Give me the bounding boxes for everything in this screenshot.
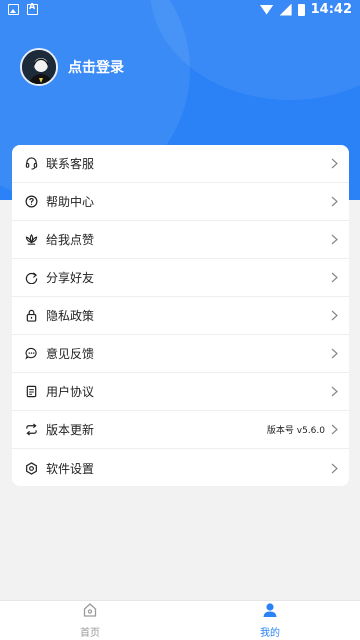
app-notification-icon: [27, 2, 38, 15]
chat-icon: [24, 347, 38, 361]
status-bar: 14:42: [0, 0, 360, 20]
chevron-right-icon: [331, 234, 339, 246]
settings-icon: [24, 461, 38, 475]
menu-item-label: 用户协议: [46, 385, 95, 399]
chevron-right-icon: [331, 272, 339, 284]
menu-item-label: 分享好友: [46, 271, 95, 285]
menu-item-settings[interactable]: 软件设置: [12, 449, 349, 487]
battery-icon: [297, 3, 305, 16]
menu-item-label: 隐私政策: [46, 309, 95, 323]
menu-item-share-friends[interactable]: 分享好友: [12, 259, 349, 297]
avatar-person-icon: [22, 50, 56, 84]
menu-item-like-us[interactable]: 给我点赞: [12, 221, 349, 259]
status-time: 14:42: [310, 2, 352, 17]
login-area[interactable]: 点击登录: [20, 48, 124, 86]
tab-label: 首页: [80, 628, 100, 639]
headset-icon: [24, 157, 38, 171]
menu-item-version-update[interactable]: 版本更新 版本号 v5.6.0: [12, 411, 349, 449]
menu-item-label: 意见反馈: [46, 347, 95, 361]
lotus-icon: [24, 233, 38, 247]
chevron-right-icon: [331, 462, 339, 474]
menu-item-privacy-policy[interactable]: 隐私政策: [12, 297, 349, 335]
menu-item-contact-service[interactable]: 联系客服: [12, 145, 349, 183]
share-icon: [24, 271, 38, 285]
wifi-icon: [259, 4, 274, 15]
menu-item-label: 联系客服: [46, 157, 95, 171]
avatar[interactable]: [20, 48, 58, 86]
tab-home[interactable]: 首页: [0, 601, 180, 640]
chevron-right-icon: [331, 158, 339, 170]
login-prompt[interactable]: 点击登录: [68, 57, 124, 77]
refresh-icon: [24, 423, 38, 437]
chevron-right-icon: [331, 310, 339, 322]
menu-list: 联系客服 帮助中心 给我点赞 分享好友 隐私政策 意见反馈 用户协议 版本更新 …: [12, 145, 349, 486]
menu-item-label: 软件设置: [46, 461, 95, 476]
signal-icon: [279, 3, 292, 16]
menu-item-label: 版本更新: [46, 423, 95, 437]
chevron-right-icon: [331, 348, 339, 360]
chevron-right-icon: [331, 196, 339, 208]
tab-mine[interactable]: 我的: [180, 601, 360, 640]
home-icon: [82, 602, 98, 622]
question-icon: [24, 195, 38, 209]
document-icon: [24, 385, 38, 399]
image-notification-icon: [8, 4, 19, 15]
version-number: 版本号 v5.6.0: [266, 426, 325, 436]
menu-item-label: 帮助中心: [46, 195, 95, 209]
menu-item-help-center[interactable]: 帮助中心: [12, 183, 349, 221]
user-icon: [262, 602, 278, 622]
menu-item-label: 给我点赞: [46, 233, 95, 247]
lock-icon: [24, 309, 38, 323]
tab-label: 我的: [260, 628, 280, 639]
menu-item-user-agreement[interactable]: 用户协议: [12, 373, 349, 411]
menu-item-feedback[interactable]: 意见反馈: [12, 335, 349, 373]
bottom-tab-bar: 首页 我的: [0, 600, 360, 640]
chevron-right-icon: [331, 386, 339, 398]
chevron-right-icon: [331, 424, 339, 436]
